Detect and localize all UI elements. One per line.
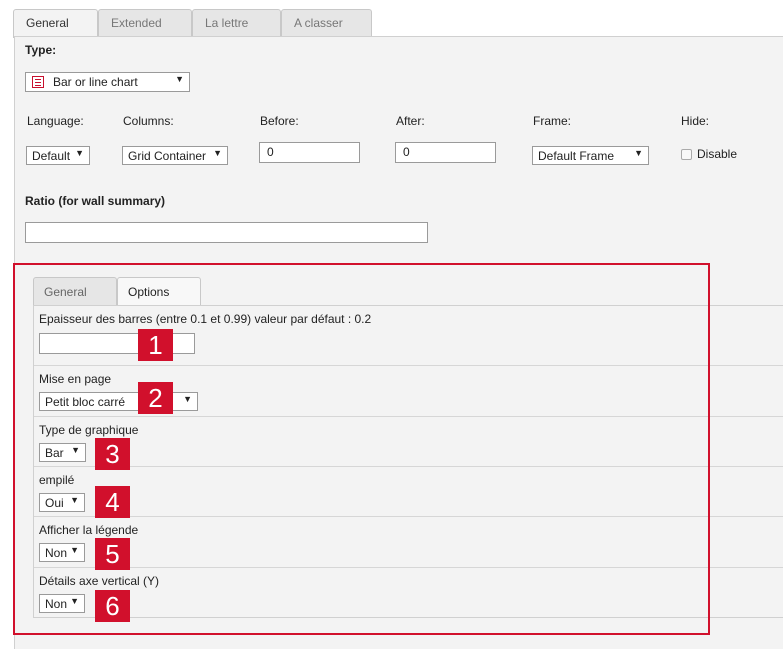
disable-label: Disable [697, 147, 738, 161]
ratio-label: Ratio (for wall summary) [25, 194, 166, 208]
badge-2: 2 [138, 382, 173, 414]
panel-top-border [98, 36, 783, 37]
badge-3: 3 [95, 438, 130, 470]
ratio-input[interactable] [25, 222, 428, 243]
after-label: After: [396, 114, 425, 128]
chevron-down-icon: ▼ [175, 74, 184, 84]
frame-select-value: Default Frame [538, 149, 615, 163]
chevron-down-icon: ▼ [213, 148, 222, 158]
columns-label: Columns: [123, 114, 174, 128]
tab-general[interactable]: General [13, 9, 98, 38]
disable-checkbox[interactable] [681, 149, 692, 160]
tab-a-classer[interactable]: A classer [281, 9, 372, 37]
chevron-down-icon: ▼ [75, 148, 84, 158]
language-select-value: Default [32, 149, 71, 163]
before-label: Before: [260, 114, 299, 128]
type-select[interactable]: Bar or line chart ▼ [25, 72, 190, 92]
hide-label: Hide: [681, 114, 710, 128]
tab-la-lettre[interactable]: La lettre [192, 9, 281, 37]
badge-1: 1 [138, 329, 173, 361]
columns-select[interactable]: Grid Container ▼ [122, 146, 228, 165]
badge-4: 4 [95, 486, 130, 518]
before-input[interactable]: 0 [259, 142, 360, 163]
columns-select-value: Grid Container [128, 149, 207, 163]
chevron-down-icon: ▼ [634, 148, 643, 158]
bar-chart-icon [32, 76, 44, 88]
badge-6: 6 [95, 590, 130, 622]
language-label: Language: [27, 114, 84, 128]
type-label: Type: [25, 43, 57, 57]
language-select[interactable]: Default ▼ [26, 146, 90, 165]
type-select-value: Bar or line chart [53, 75, 138, 89]
after-input[interactable]: 0 [395, 142, 496, 163]
frame-label: Frame: [533, 114, 572, 128]
badge-5: 5 [95, 538, 130, 570]
tab-extended[interactable]: Extended [98, 9, 192, 37]
frame-select[interactable]: Default Frame ▼ [532, 146, 649, 165]
